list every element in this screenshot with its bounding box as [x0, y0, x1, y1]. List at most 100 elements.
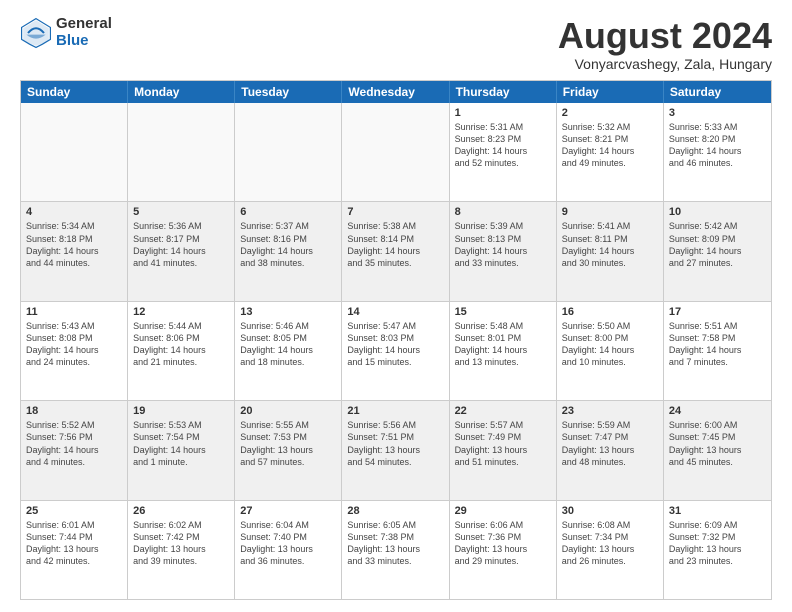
cell-info: Sunrise: 5:46 AM Sunset: 8:05 PM Dayligh… [240, 320, 336, 369]
cell-info: Sunrise: 5:53 AM Sunset: 7:54 PM Dayligh… [133, 419, 229, 468]
calendar-header-day: Saturday [664, 81, 771, 103]
cell-info: Sunrise: 5:59 AM Sunset: 7:47 PM Dayligh… [562, 419, 658, 468]
cell-info: Sunrise: 6:08 AM Sunset: 7:34 PM Dayligh… [562, 519, 658, 568]
calendar-cell: 27Sunrise: 6:04 AM Sunset: 7:40 PM Dayli… [235, 501, 342, 599]
day-number: 26 [133, 504, 229, 518]
day-number: 18 [26, 404, 122, 418]
calendar-cell: 17Sunrise: 5:51 AM Sunset: 7:58 PM Dayli… [664, 302, 771, 400]
day-number: 9 [562, 205, 658, 219]
calendar-cell: 29Sunrise: 6:06 AM Sunset: 7:36 PM Dayli… [450, 501, 557, 599]
day-number: 14 [347, 305, 443, 319]
cell-info: Sunrise: 5:50 AM Sunset: 8:00 PM Dayligh… [562, 320, 658, 369]
logo: General Blue [20, 16, 112, 49]
calendar-cell: 14Sunrise: 5:47 AM Sunset: 8:03 PM Dayli… [342, 302, 449, 400]
calendar-cell: 13Sunrise: 5:46 AM Sunset: 8:05 PM Dayli… [235, 302, 342, 400]
cell-info: Sunrise: 5:43 AM Sunset: 8:08 PM Dayligh… [26, 320, 122, 369]
calendar-header-day: Friday [557, 81, 664, 103]
cell-info: Sunrise: 6:06 AM Sunset: 7:36 PM Dayligh… [455, 519, 551, 568]
cell-info: Sunrise: 6:02 AM Sunset: 7:42 PM Dayligh… [133, 519, 229, 568]
day-number: 16 [562, 305, 658, 319]
logo-blue-text: Blue [56, 33, 112, 50]
calendar-cell: 26Sunrise: 6:02 AM Sunset: 7:42 PM Dayli… [128, 501, 235, 599]
calendar-cell [235, 103, 342, 201]
cell-info: Sunrise: 5:52 AM Sunset: 7:56 PM Dayligh… [26, 419, 122, 468]
calendar-cell: 19Sunrise: 5:53 AM Sunset: 7:54 PM Dayli… [128, 401, 235, 499]
calendar-cell: 16Sunrise: 5:50 AM Sunset: 8:00 PM Dayli… [557, 302, 664, 400]
cell-info: Sunrise: 6:01 AM Sunset: 7:44 PM Dayligh… [26, 519, 122, 568]
logo-icon [20, 17, 52, 49]
cell-info: Sunrise: 5:41 AM Sunset: 8:11 PM Dayligh… [562, 220, 658, 269]
calendar-cell: 8Sunrise: 5:39 AM Sunset: 8:13 PM Daylig… [450, 202, 557, 300]
day-number: 17 [669, 305, 766, 319]
cell-info: Sunrise: 6:04 AM Sunset: 7:40 PM Dayligh… [240, 519, 336, 568]
day-number: 25 [26, 504, 122, 518]
calendar-cell: 18Sunrise: 5:52 AM Sunset: 7:56 PM Dayli… [21, 401, 128, 499]
calendar-header: SundayMondayTuesdayWednesdayThursdayFrid… [21, 81, 771, 103]
cell-info: Sunrise: 5:36 AM Sunset: 8:17 PM Dayligh… [133, 220, 229, 269]
calendar-cell: 30Sunrise: 6:08 AM Sunset: 7:34 PM Dayli… [557, 501, 664, 599]
cell-info: Sunrise: 6:05 AM Sunset: 7:38 PM Dayligh… [347, 519, 443, 568]
cell-info: Sunrise: 5:44 AM Sunset: 8:06 PM Dayligh… [133, 320, 229, 369]
day-number: 4 [26, 205, 122, 219]
day-number: 21 [347, 404, 443, 418]
calendar-cell: 21Sunrise: 5:56 AM Sunset: 7:51 PM Dayli… [342, 401, 449, 499]
page: General Blue August 2024 Vonyarcvashegy,… [0, 0, 792, 612]
day-number: 7 [347, 205, 443, 219]
calendar-cell: 5Sunrise: 5:36 AM Sunset: 8:17 PM Daylig… [128, 202, 235, 300]
day-number: 23 [562, 404, 658, 418]
cell-info: Sunrise: 5:48 AM Sunset: 8:01 PM Dayligh… [455, 320, 551, 369]
calendar-header-day: Thursday [450, 81, 557, 103]
calendar-header-day: Sunday [21, 81, 128, 103]
day-number: 28 [347, 504, 443, 518]
cell-info: Sunrise: 5:39 AM Sunset: 8:13 PM Dayligh… [455, 220, 551, 269]
day-number: 2 [562, 106, 658, 120]
cell-info: Sunrise: 5:38 AM Sunset: 8:14 PM Dayligh… [347, 220, 443, 269]
cell-info: Sunrise: 5:57 AM Sunset: 7:49 PM Dayligh… [455, 419, 551, 468]
cell-info: Sunrise: 5:51 AM Sunset: 7:58 PM Dayligh… [669, 320, 766, 369]
day-number: 8 [455, 205, 551, 219]
calendar-cell: 3Sunrise: 5:33 AM Sunset: 8:20 PM Daylig… [664, 103, 771, 201]
cell-info: Sunrise: 5:55 AM Sunset: 7:53 PM Dayligh… [240, 419, 336, 468]
day-number: 10 [669, 205, 766, 219]
day-number: 27 [240, 504, 336, 518]
day-number: 30 [562, 504, 658, 518]
logo-text: General Blue [56, 16, 112, 49]
calendar-cell: 7Sunrise: 5:38 AM Sunset: 8:14 PM Daylig… [342, 202, 449, 300]
calendar-cell: 23Sunrise: 5:59 AM Sunset: 7:47 PM Dayli… [557, 401, 664, 499]
calendar-row: 25Sunrise: 6:01 AM Sunset: 7:44 PM Dayli… [21, 501, 771, 599]
calendar-header-day: Wednesday [342, 81, 449, 103]
day-number: 1 [455, 106, 551, 120]
day-number: 19 [133, 404, 229, 418]
calendar-cell: 28Sunrise: 6:05 AM Sunset: 7:38 PM Dayli… [342, 501, 449, 599]
title-area: August 2024 Vonyarcvashegy, Zala, Hungar… [558, 16, 772, 72]
calendar: SundayMondayTuesdayWednesdayThursdayFrid… [20, 80, 772, 600]
calendar-body: 1Sunrise: 5:31 AM Sunset: 8:23 PM Daylig… [21, 103, 771, 599]
calendar-cell [21, 103, 128, 201]
day-number: 3 [669, 106, 766, 120]
logo-general-text: General [56, 16, 112, 33]
cell-info: Sunrise: 6:09 AM Sunset: 7:32 PM Dayligh… [669, 519, 766, 568]
day-number: 5 [133, 205, 229, 219]
calendar-cell: 20Sunrise: 5:55 AM Sunset: 7:53 PM Dayli… [235, 401, 342, 499]
cell-info: Sunrise: 5:33 AM Sunset: 8:20 PM Dayligh… [669, 121, 766, 170]
day-number: 13 [240, 305, 336, 319]
calendar-cell [342, 103, 449, 201]
calendar-row: 4Sunrise: 5:34 AM Sunset: 8:18 PM Daylig… [21, 202, 771, 301]
subtitle: Vonyarcvashegy, Zala, Hungary [558, 56, 772, 72]
calendar-cell: 10Sunrise: 5:42 AM Sunset: 8:09 PM Dayli… [664, 202, 771, 300]
calendar-header-day: Tuesday [235, 81, 342, 103]
main-title: August 2024 [558, 16, 772, 56]
calendar-cell: 2Sunrise: 5:32 AM Sunset: 8:21 PM Daylig… [557, 103, 664, 201]
calendar-cell: 12Sunrise: 5:44 AM Sunset: 8:06 PM Dayli… [128, 302, 235, 400]
cell-info: Sunrise: 6:00 AM Sunset: 7:45 PM Dayligh… [669, 419, 766, 468]
day-number: 22 [455, 404, 551, 418]
cell-info: Sunrise: 5:37 AM Sunset: 8:16 PM Dayligh… [240, 220, 336, 269]
calendar-cell: 25Sunrise: 6:01 AM Sunset: 7:44 PM Dayli… [21, 501, 128, 599]
calendar-cell: 22Sunrise: 5:57 AM Sunset: 7:49 PM Dayli… [450, 401, 557, 499]
calendar-header-day: Monday [128, 81, 235, 103]
cell-info: Sunrise: 5:32 AM Sunset: 8:21 PM Dayligh… [562, 121, 658, 170]
header: General Blue August 2024 Vonyarcvashegy,… [20, 16, 772, 72]
cell-info: Sunrise: 5:31 AM Sunset: 8:23 PM Dayligh… [455, 121, 551, 170]
cell-info: Sunrise: 5:56 AM Sunset: 7:51 PM Dayligh… [347, 419, 443, 468]
cell-info: Sunrise: 5:47 AM Sunset: 8:03 PM Dayligh… [347, 320, 443, 369]
